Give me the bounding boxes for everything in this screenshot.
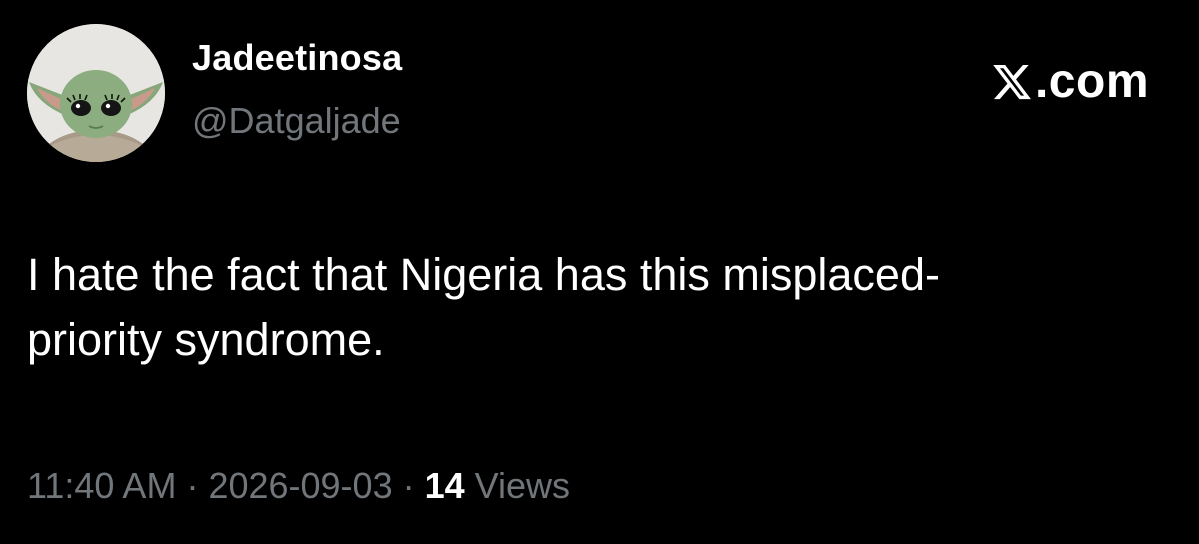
tweet-text: I hate the fact that Nigeria has this mi… <box>27 242 1167 373</box>
avatar[interactable] <box>27 24 165 162</box>
tweet-text-line: I hate the fact that Nigeria has this mi… <box>27 249 940 300</box>
tweet-text-line: priority syndrome. <box>27 314 385 366</box>
baby-yoda-avatar-icon <box>27 24 165 162</box>
author-display-name[interactable]: Jadeetinosa <box>192 40 402 76</box>
tweet-meta: 11:40 AM · 2026-09-03 · 14 Views <box>27 468 570 504</box>
x-logo-icon <box>993 64 1031 100</box>
meta-separator: · <box>176 465 209 506</box>
meta-separator: · <box>392 465 425 506</box>
brand-domain-suffix: .com <box>1034 55 1149 108</box>
tweet-date[interactable]: 2026-09-03 <box>208 465 392 506</box>
brand-mark: .com <box>991 58 1149 106</box>
tweet-card: Jadeetinosa @Datgaljade .com I hate the … <box>0 0 1199 544</box>
views-label: Views <box>464 465 571 506</box>
views-count: 14 <box>424 465 465 506</box>
author-handle[interactable]: @Datgaljade <box>192 103 401 139</box>
tweet-time[interactable]: 11:40 AM <box>27 465 176 506</box>
